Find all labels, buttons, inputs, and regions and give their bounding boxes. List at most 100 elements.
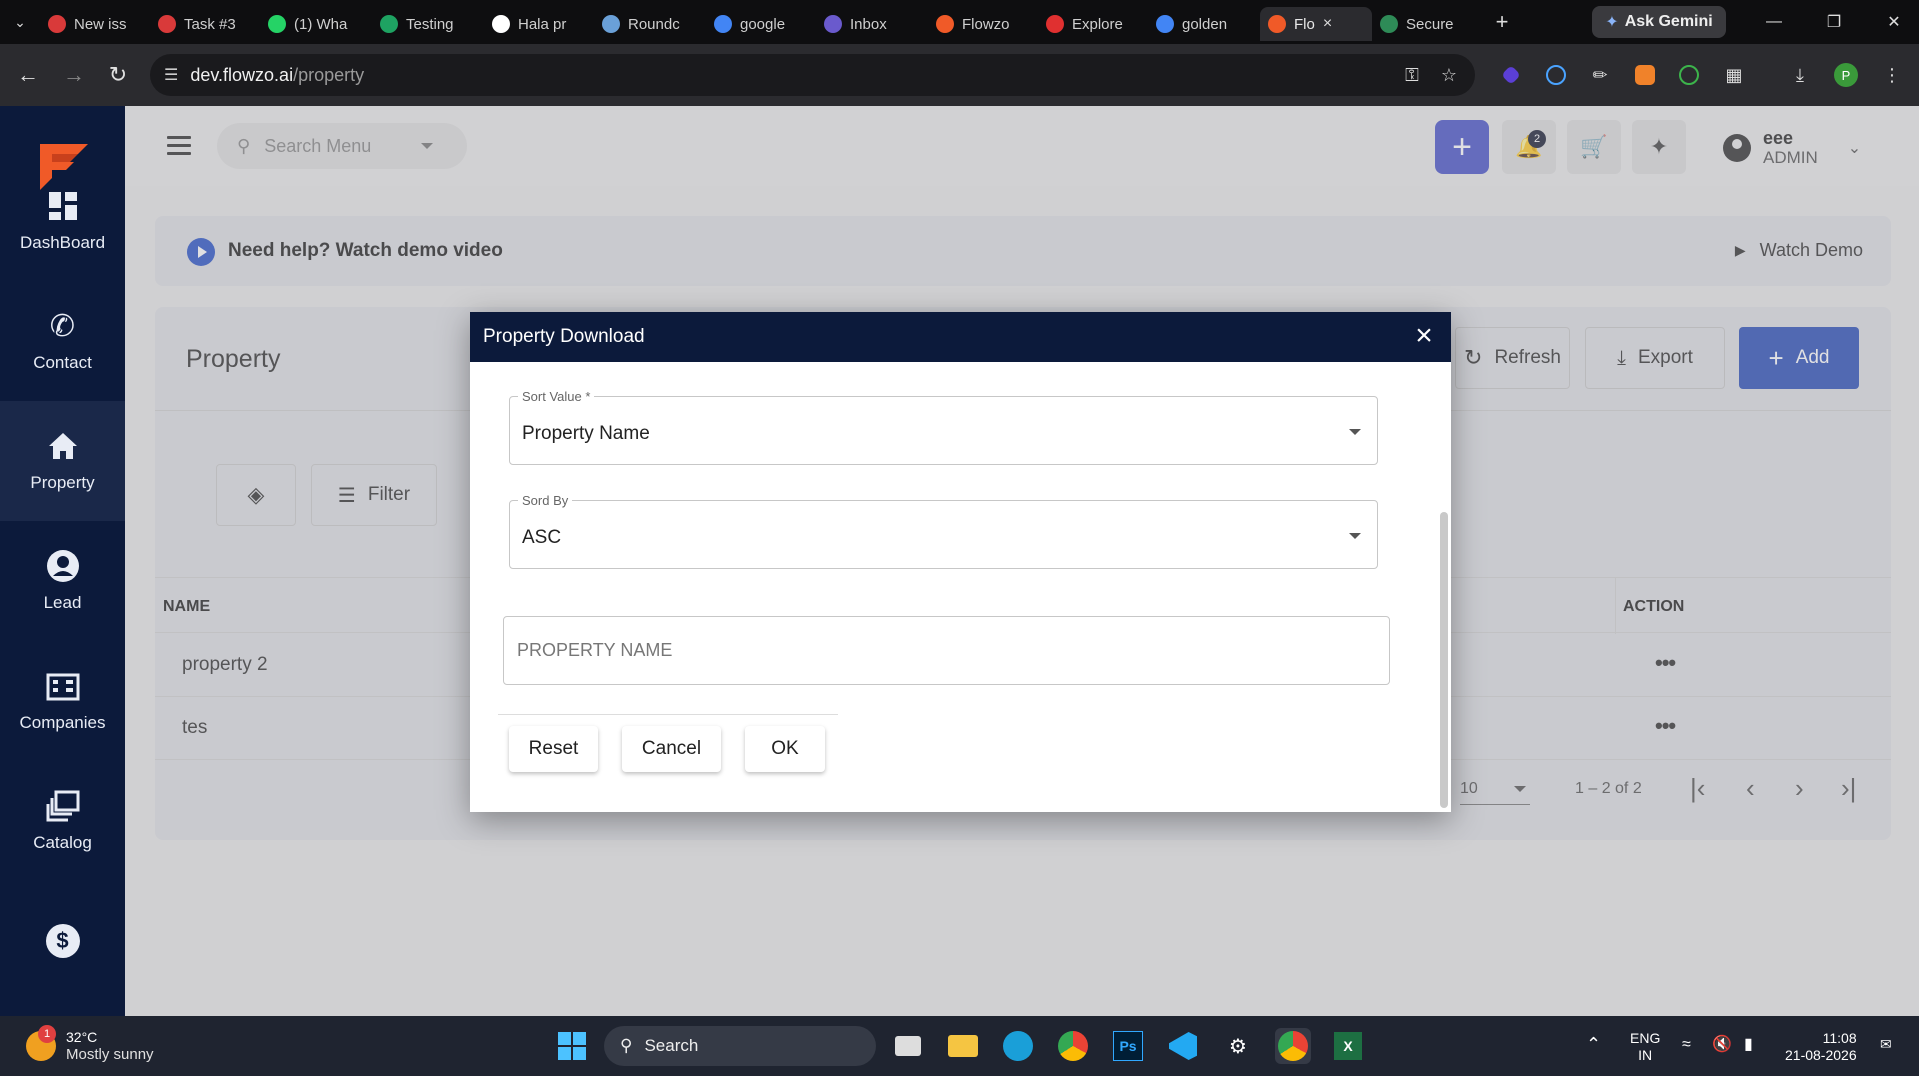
dialog-divider	[498, 714, 838, 715]
sidebar-item-property[interactable]: Property	[0, 401, 125, 521]
account-circle-icon	[46, 549, 80, 583]
tab-label: Secure	[1406, 15, 1454, 33]
building-icon	[46, 669, 80, 703]
eyedropper-icon[interactable]: ✏	[1586, 61, 1614, 89]
chrome-active-icon[interactable]	[1275, 1028, 1311, 1064]
browser-tab[interactable]: Explore	[1038, 7, 1148, 41]
browser-tab[interactable]: Flowzo	[928, 7, 1038, 41]
reset-button[interactable]: Reset	[509, 726, 598, 772]
volume-muted-icon[interactable]: 🔇	[1712, 1036, 1732, 1053]
minimize-window-button[interactable]: —	[1744, 0, 1804, 44]
dollar-icon: $	[45, 924, 80, 958]
region-code: IN	[1638, 1047, 1653, 1063]
sidebar-item-catalog[interactable]: Catalog	[0, 761, 125, 881]
app-sidebar: DashBoard ✆ Contact Property Lead Companies Ca…	[0, 106, 125, 1016]
sidebar-item-label: Catalog	[33, 833, 92, 852]
wifi-icon[interactable]: ≈	[1682, 1036, 1691, 1053]
sidebar-item-companies[interactable]: Companies	[0, 641, 125, 761]
taskbar-search-label: Search	[644, 1036, 699, 1055]
edge-icon[interactable]	[1000, 1028, 1036, 1064]
notification-center-icon[interactable]: ✉	[1880, 1036, 1892, 1053]
tab-label: golden	[1182, 15, 1228, 33]
omnibox-actions: ⚿ ☆	[1405, 54, 1457, 96]
reload-icon[interactable]: ↻	[96, 53, 140, 97]
tab-favicon-icon	[1380, 15, 1398, 33]
browser-tab[interactable]: Hala pr	[484, 7, 594, 41]
tab-favicon-icon	[1156, 15, 1174, 33]
photoshop-icon[interactable]: Ps	[1110, 1028, 1146, 1064]
browser-tab[interactable]: New iss	[40, 7, 150, 41]
address-bar[interactable]: ☰ dev.flowzo.ai/property ⚿ ☆	[150, 54, 1475, 96]
property-name-input[interactable]: PROPERTY NAME	[503, 616, 1390, 685]
cancel-button[interactable]: Cancel	[622, 726, 721, 772]
tab-strip: New iss Task #3 (1) Wha Testing Hala pr Round…	[40, 3, 1482, 41]
sidebar-item-dashboard[interactable]: DashBoard	[0, 161, 125, 281]
battery-icon[interactable]: ▮	[1744, 1036, 1753, 1053]
tab-favicon-icon	[1046, 15, 1064, 33]
extension-orange-icon[interactable]	[1631, 61, 1659, 89]
tab-favicon-icon	[158, 15, 176, 33]
extension-purple-icon[interactable]	[1497, 61, 1525, 89]
tab-close-icon[interactable]: ×	[1323, 15, 1332, 33]
restore-window-button[interactable]: ❐	[1804, 0, 1864, 44]
sidebar-item-contact[interactable]: ✆ Contact	[0, 281, 125, 401]
sidebar-item-lead[interactable]: Lead	[0, 521, 125, 641]
close-icon[interactable]: ×	[1409, 321, 1439, 352]
url-path: /property	[293, 64, 365, 85]
site-info-icon[interactable]: ☰	[164, 65, 178, 85]
clock[interactable]: 11:08 21-08-2026	[1785, 1030, 1857, 1064]
tab-label: Explore	[1072, 15, 1123, 33]
back-arrow-icon[interactable]: ←	[6, 53, 50, 97]
browser-tab[interactable]: (1) Wha	[260, 7, 372, 41]
browser-menu-icon[interactable]: ⋮	[1878, 61, 1906, 89]
extension-blue-icon[interactable]	[1542, 61, 1570, 89]
profile-avatar[interactable]: P	[1832, 61, 1860, 89]
weather-widget[interactable]: 1 32°C Mostly sunny	[26, 1025, 154, 1064]
language-indicator[interactable]: ENG IN	[1630, 1030, 1660, 1064]
file-explorer-icon[interactable]	[945, 1028, 981, 1064]
browser-tab[interactable]: Testing	[372, 7, 484, 41]
password-key-icon[interactable]: ⚿	[1405, 65, 1419, 86]
tab-search-chevron-icon[interactable]: ⌄	[0, 0, 40, 44]
ask-gemini-button[interactable]: ✦ Ask Gemini	[1592, 6, 1726, 38]
gemini-label: Ask Gemini	[1624, 13, 1713, 30]
extensions-puzzle-icon[interactable]: ▦	[1720, 61, 1748, 89]
extension-green-icon[interactable]	[1675, 61, 1703, 89]
chevron-down-icon	[1349, 429, 1361, 435]
browser-tab[interactable]: golden	[1148, 7, 1260, 41]
tab-label: New iss	[74, 15, 127, 33]
browser-tab[interactable]: Roundc	[594, 7, 706, 41]
browser-tab[interactable]: google	[706, 7, 816, 41]
browser-tab[interactable]: Task #3	[150, 7, 260, 41]
bookmark-star-icon[interactable]: ☆	[1441, 65, 1457, 86]
sidebar-item-label: Companies	[19, 713, 106, 732]
new-tab-button[interactable]: +	[1482, 9, 1522, 35]
vscode-icon[interactable]	[1165, 1028, 1201, 1064]
task-view-icon[interactable]	[890, 1028, 926, 1064]
browser-tab[interactable]: Flo ×	[1260, 7, 1372, 41]
browser-tab[interactable]: Inbox	[816, 7, 928, 41]
language-code: ENG	[1630, 1030, 1661, 1046]
sort-by-label: Sord By	[518, 493, 573, 508]
sort-value-select[interactable]: Sort Value * Property Name	[509, 389, 1378, 465]
home-icon	[46, 429, 80, 463]
browser-tab[interactable]: Secure	[1372, 7, 1482, 41]
sidebar-item-billing[interactable]: $	[0, 881, 125, 1001]
sort-by-select[interactable]: Sord By ASC	[509, 493, 1378, 569]
tray-chevron-up-icon[interactable]: ⌃	[1586, 1035, 1601, 1053]
ok-button[interactable]: OK	[745, 726, 825, 772]
chrome-icon[interactable]	[1055, 1028, 1091, 1064]
tab-favicon-icon	[714, 15, 732, 33]
tab-label: (1) Wha	[294, 15, 348, 33]
weather-badge: 1	[38, 1025, 56, 1043]
clock-date: 21-08-2026	[1785, 1047, 1857, 1063]
tab-favicon-icon	[1268, 15, 1286, 33]
windows-start-icon[interactable]	[554, 1028, 590, 1064]
taskbar-search[interactable]: ⚲ Search	[604, 1026, 876, 1066]
forward-arrow-icon[interactable]: →	[52, 53, 96, 97]
settings-gear-icon[interactable]: ⚙	[1220, 1028, 1256, 1064]
dialog-scrollbar[interactable]	[1440, 512, 1448, 808]
excel-icon[interactable]: X	[1330, 1028, 1366, 1064]
close-window-button[interactable]: ✕	[1864, 0, 1919, 44]
download-icon[interactable]: ⤓	[1786, 61, 1814, 89]
